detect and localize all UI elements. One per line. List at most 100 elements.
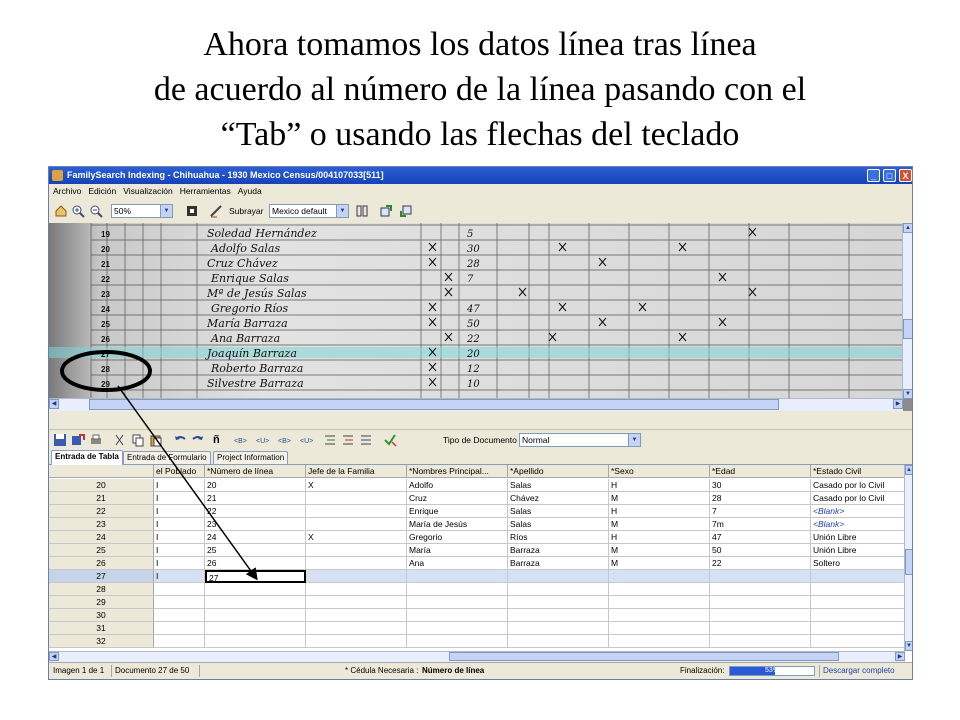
scroll-thumb[interactable] <box>89 399 779 410</box>
table-cell[interactable]: H <box>609 505 710 518</box>
submit-icon[interactable] <box>71 433 85 447</box>
table-cell[interactable]: M <box>609 557 710 570</box>
table-cell[interactable] <box>811 570 905 583</box>
table-cell[interactable]: X <box>306 479 407 492</box>
table-cell[interactable] <box>508 609 609 622</box>
check-icon[interactable] <box>383 433 397 447</box>
zoom-out-icon[interactable] <box>89 204 103 218</box>
table-cell[interactable]: 30 <box>710 479 811 492</box>
column-header[interactable]: *Estado Civil <box>811 465 905 478</box>
scroll-thumb[interactable] <box>449 652 839 661</box>
table-cell[interactable]: 21 <box>205 492 306 505</box>
table-cell[interactable] <box>811 622 905 635</box>
table-cell[interactable] <box>710 570 811 583</box>
unreadable-record-icon[interactable]: <U> <box>299 433 317 447</box>
column-header[interactable]: *Número de línea <box>205 465 306 478</box>
table-cell[interactable] <box>609 622 710 635</box>
scroll-up-icon[interactable]: ▲ <box>905 465 912 475</box>
blank-field-icon[interactable]: <B> <box>233 433 251 447</box>
image-vertical-scrollbar[interactable]: ▲ ▼ <box>902 223 912 399</box>
tab-table-entry[interactable]: Entrada de Tabla <box>51 450 123 465</box>
table-cell[interactable]: 7 <box>710 505 811 518</box>
window-titlebar[interactable]: FamilySearch Indexing - Chihuahua - 1930… <box>49 167 912 184</box>
close-button[interactable]: X <box>899 169 912 182</box>
table-cell[interactable] <box>710 596 811 609</box>
highlight-pen-icon[interactable] <box>209 204 223 218</box>
highlight-select[interactable]: Mexico default ▼ <box>269 204 349 218</box>
row-number[interactable]: 28 <box>49 583 154 596</box>
table-cell[interactable]: Ana <box>407 557 508 570</box>
row-number[interactable]: 29 <box>49 596 154 609</box>
table-cell[interactable]: Gregorio <box>407 531 508 544</box>
document-image-viewer[interactable]: 19 20 21 22 23 24 25 26 27 28 29 Soledad Hernández… <box>49 223 912 411</box>
table-cell[interactable] <box>154 609 205 622</box>
table-cell[interactable] <box>710 609 811 622</box>
table-cell[interactable]: 26 <box>205 557 306 570</box>
table-cell[interactable] <box>154 583 205 596</box>
scroll-right-icon[interactable]: ▶ <box>893 399 903 409</box>
table-cell[interactable]: 22 <box>205 505 306 518</box>
table-cell[interactable] <box>306 518 407 531</box>
table-cell[interactable]: 24 <box>205 531 306 544</box>
row-number[interactable]: 23 <box>49 518 154 531</box>
table-cell[interactable]: M <box>609 492 710 505</box>
table-cell[interactable] <box>710 622 811 635</box>
menu-herramientas[interactable]: Herramientas <box>180 184 231 198</box>
table-cell[interactable] <box>306 609 407 622</box>
table-cell[interactable]: Casado por lo Civil <box>811 492 905 505</box>
table-cell[interactable] <box>205 583 306 596</box>
table-cell[interactable] <box>710 635 811 648</box>
table-cell[interactable]: Adolfo <box>407 479 508 492</box>
zoom-select[interactable]: 50% ▼ <box>111 204 173 218</box>
table-cell[interactable] <box>407 622 508 635</box>
table-cell[interactable]: 28 <box>710 492 811 505</box>
table-cell[interactable]: 47 <box>710 531 811 544</box>
menu-edicion[interactable]: Edición <box>88 184 116 198</box>
scroll-thumb[interactable] <box>905 549 912 575</box>
table-cell[interactable] <box>508 622 609 635</box>
insert-row-icon[interactable] <box>323 433 337 447</box>
table-cell[interactable]: I <box>154 557 205 570</box>
cut-icon[interactable] <box>113 433 127 447</box>
table-cell[interactable]: Ríos <box>508 531 609 544</box>
copy-icon[interactable] <box>131 433 145 447</box>
table-cell[interactable]: Unión Libre <box>811 531 905 544</box>
table-cell[interactable]: <Blank> <box>811 518 905 531</box>
table-cell[interactable] <box>407 596 508 609</box>
tab-form-entry[interactable]: Entrada de Formulario <box>123 451 211 464</box>
table-cell[interactable]: <Blank> <box>811 505 905 518</box>
table-cell[interactable]: Salas <box>508 518 609 531</box>
maximize-button[interactable]: □ <box>883 169 896 182</box>
table-cell[interactable] <box>407 570 508 583</box>
blank-record-icon[interactable]: <B> <box>277 433 295 447</box>
table-cell[interactable]: H <box>609 479 710 492</box>
table-cell[interactable] <box>205 609 306 622</box>
table-cell[interactable]: Chávez <box>508 492 609 505</box>
scroll-down-icon[interactable]: ▼ <box>903 389 912 399</box>
undo-icon[interactable] <box>173 433 187 447</box>
menu-ayuda[interactable]: Ayuda <box>238 184 262 198</box>
table-cell[interactable]: 23 <box>205 518 306 531</box>
unreadable-field-icon[interactable]: <U> <box>255 433 273 447</box>
table-cell[interactable]: 25 <box>205 544 306 557</box>
table-cell[interactable]: Soltero <box>811 557 905 570</box>
download-complete-link[interactable]: Descargar completo <box>823 663 895 679</box>
table-cell[interactable] <box>306 583 407 596</box>
column-header[interactable]: el Poblado <box>154 465 205 478</box>
home-icon[interactable] <box>54 204 68 218</box>
table-cell[interactable] <box>407 635 508 648</box>
table-cell[interactable] <box>306 622 407 635</box>
table-cell[interactable] <box>306 557 407 570</box>
column-header[interactable]: *Nombres Principal... <box>407 465 508 478</box>
swap-horizontal-icon[interactable] <box>379 204 393 218</box>
table-cell[interactable]: I <box>154 518 205 531</box>
table-cell[interactable]: I <box>154 544 205 557</box>
table-cell[interactable]: 20 <box>205 479 306 492</box>
table-cell[interactable]: H <box>609 531 710 544</box>
table-cell[interactable]: María <box>407 544 508 557</box>
row-number[interactable]: 32 <box>49 635 154 648</box>
row-number[interactable]: 31 <box>49 622 154 635</box>
table-cell[interactable] <box>609 635 710 648</box>
column-header[interactable]: *Sexo <box>609 465 710 478</box>
table-cell[interactable]: M <box>609 544 710 557</box>
